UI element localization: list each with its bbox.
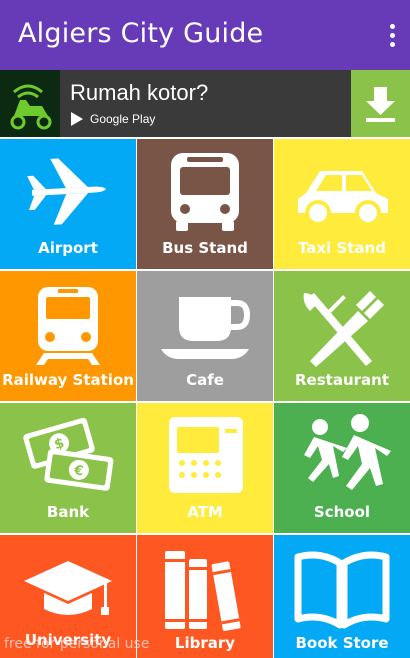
tile-label: Bus Stand [162, 239, 248, 257]
tile-school[interactable]: School [274, 403, 410, 533]
download-button[interactable] [351, 70, 410, 137]
category-grid: Airport Bus Stand Taxi Stand Railway Sta… [0, 139, 410, 658]
app-bar: Algiers City Guide [0, 0, 410, 70]
tile-cafe[interactable]: Cafe [137, 271, 273, 401]
ad-thumbnail [0, 70, 60, 137]
download-icon [366, 87, 395, 122]
tile-airport[interactable]: Airport [0, 139, 136, 269]
tile-label: Cafe [186, 371, 224, 389]
app-title: Algiers City Guide [18, 18, 264, 49]
tile-bus-stand[interactable]: Bus Stand [137, 139, 273, 269]
overflow-menu-icon[interactable] [382, 20, 402, 50]
watermark: free for personal use [4, 636, 150, 652]
tile-label: ATM [187, 503, 223, 521]
tile-book-store[interactable]: Book Store [274, 535, 410, 658]
tile-railway-station[interactable]: Railway Station [0, 271, 136, 401]
tile-library[interactable]: Library [137, 535, 273, 658]
tile-label: Railway Station [2, 371, 134, 389]
tile-label: Library [174, 634, 236, 652]
tile-taxi-stand[interactable]: Taxi Stand [274, 139, 410, 269]
svg-text:€: € [72, 463, 84, 479]
tile-label: Taxi Stand [298, 239, 386, 257]
tile-label: Airport [38, 239, 98, 257]
ad-store-badge: Google Play [70, 111, 155, 127]
tile-label: School [313, 503, 371, 521]
tile-atm[interactable]: ATM [137, 403, 273, 533]
tile-bank[interactable]: $ € Bank [0, 403, 136, 533]
tile-restaurant[interactable]: Restaurant [274, 271, 410, 401]
tile-label: Book Store [295, 634, 389, 652]
tile-label: Restaurant [295, 371, 389, 389]
tile-label: Bank [46, 503, 90, 521]
ad-store-label: Google Play [90, 112, 156, 126]
play-store-icon [71, 112, 83, 126]
ad-banner[interactable]: Rumah kotor? Google Play [0, 70, 410, 137]
ad-headline: Rumah kotor? [70, 80, 209, 105]
